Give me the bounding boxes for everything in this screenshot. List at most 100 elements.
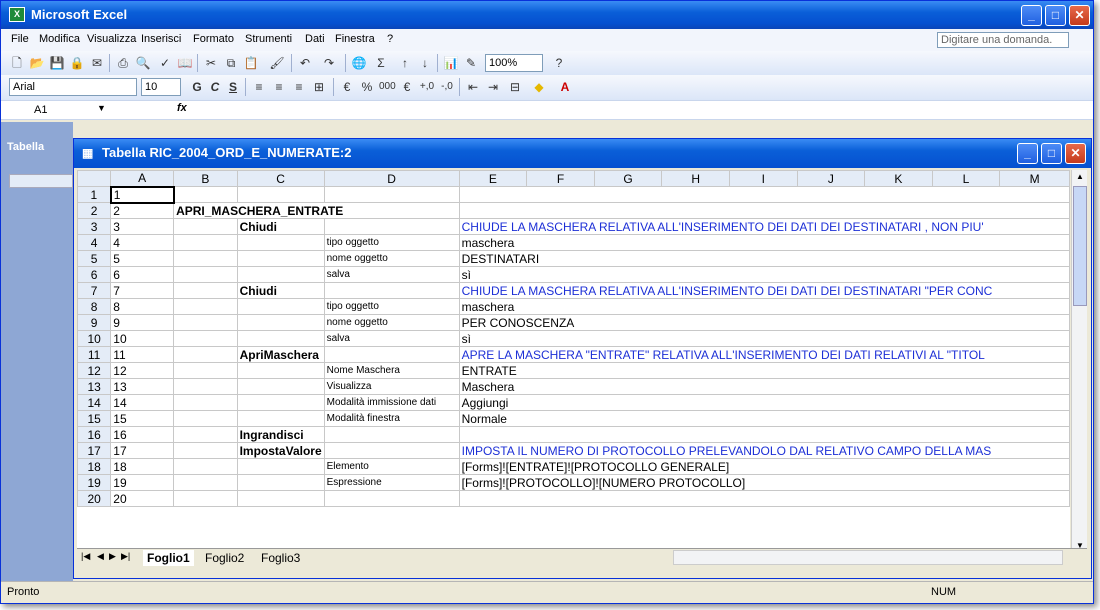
cell-a8[interactable]: 8 (110, 298, 175, 315)
background-window-title[interactable]: Tabella (7, 141, 44, 153)
merge-center-icon[interactable]: ⊞ (311, 79, 327, 95)
row-header[interactable]: 2 (77, 202, 112, 219)
font-size-select[interactable]: 10 (141, 78, 181, 96)
cell-a20[interactable]: 20 (110, 490, 175, 507)
column-header-c[interactable]: C (236, 170, 325, 187)
row-header[interactable]: 15 (77, 410, 112, 427)
column-header-j[interactable]: J (796, 170, 866, 187)
cell-d13[interactable]: Visualizza (323, 378, 460, 395)
cell-e1[interactable] (458, 186, 1070, 203)
research-icon[interactable]: 📖 (177, 55, 193, 71)
select-all-corner[interactable] (77, 170, 112, 187)
menu-strumenti[interactable]: Strumenti (245, 33, 292, 45)
cell-b3[interactable] (173, 218, 238, 235)
cell-b2[interactable]: APRI_MASCHERA_ENTRATE (173, 202, 460, 219)
row-header[interactable]: 3 (77, 218, 112, 235)
row-header[interactable]: 6 (77, 266, 112, 283)
cell-d1[interactable] (323, 186, 460, 203)
cell-e11[interactable]: APRE LA MASCHERA "ENTRATE" RELATIVA ALL'… (458, 346, 1070, 363)
cell-c10[interactable] (236, 330, 325, 347)
cell-a12[interactable]: 12 (110, 362, 175, 379)
cell-c17[interactable]: ImpostaValore (236, 442, 325, 459)
menu-visualizza[interactable]: Visualizza (87, 33, 136, 45)
cell-d5[interactable]: nome oggetto (323, 250, 460, 267)
cell-c8[interactable] (236, 298, 325, 315)
cell-d20[interactable] (323, 490, 460, 507)
sheet-minimize-button[interactable]: _ (1017, 143, 1038, 164)
cell-e8[interactable]: maschera (458, 298, 1070, 315)
column-header-e[interactable]: E (458, 170, 528, 187)
cell-a1[interactable]: 1 (109, 185, 175, 204)
row-header[interactable]: 14 (77, 394, 112, 411)
sheet-tab-foglio3[interactable]: Foglio3 (257, 550, 304, 566)
column-header-i[interactable]: I (728, 170, 798, 187)
cell-d7[interactable] (323, 282, 460, 299)
cell-b19[interactable] (173, 474, 238, 491)
cell-e15[interactable]: Normale (458, 410, 1070, 427)
tab-first-icon[interactable]: |◀ (81, 551, 90, 562)
menu-finestra[interactable]: Finestra (335, 33, 375, 45)
sheet-tab-foglio2[interactable]: Foglio2 (201, 550, 248, 566)
spelling-icon[interactable]: ✓ (157, 55, 173, 71)
cell-e2[interactable] (458, 202, 1070, 219)
cell-d15[interactable]: Modalità finestra (323, 410, 460, 427)
increase-decimal-icon[interactable]: +,0 (419, 79, 435, 95)
cell-a4[interactable]: 4 (110, 234, 175, 251)
tab-last-icon[interactable]: ▶| (121, 551, 130, 562)
fill-color-icon[interactable]: ◆ (531, 79, 547, 95)
row-header[interactable]: 12 (77, 362, 112, 379)
cell-c4[interactable] (236, 234, 325, 251)
format-painter-icon[interactable]: 🖌 (269, 55, 285, 71)
cell-b4[interactable] (173, 234, 238, 251)
minimize-button[interactable]: _ (1021, 5, 1042, 26)
column-header-m[interactable]: M (999, 170, 1070, 187)
borders-icon[interactable]: ⊟ (507, 79, 523, 95)
column-header-b[interactable]: B (173, 170, 238, 187)
cell-e6[interactable]: sì (458, 266, 1070, 283)
cell-c12[interactable] (236, 362, 325, 379)
cell-e13[interactable]: Maschera (458, 378, 1070, 395)
sort-ascending-icon[interactable]: ↑ (397, 55, 413, 71)
sheet-maximize-button[interactable]: □ (1041, 143, 1062, 164)
cell-b18[interactable] (173, 458, 238, 475)
euro-icon[interactable]: € (399, 79, 415, 95)
cut-icon[interactable]: ✂ (203, 55, 219, 71)
cell-b15[interactable] (173, 410, 238, 427)
align-left-icon[interactable]: ≡ (251, 79, 267, 95)
print-icon[interactable]: ⎙ (115, 55, 131, 71)
cell-b14[interactable] (173, 394, 238, 411)
cell-c20[interactable] (236, 490, 325, 507)
cell-d6[interactable]: salva (323, 266, 460, 283)
cell-b17[interactable] (173, 442, 238, 459)
increase-indent-icon[interactable]: ⇥ (485, 79, 501, 95)
row-header[interactable]: 8 (77, 298, 112, 315)
font-select[interactable]: Arial (9, 78, 137, 96)
help-icon[interactable]: ? (551, 55, 567, 71)
cell-c3[interactable]: Chiudi (236, 218, 325, 235)
row-header[interactable]: 20 (77, 490, 112, 507)
vertical-scrollbar[interactable]: ▲ ▼ (1071, 170, 1087, 552)
cell-c9[interactable] (236, 314, 325, 331)
column-header-l[interactable]: L (931, 170, 1001, 187)
cell-d18[interactable]: Elemento (323, 458, 460, 475)
cell-d17[interactable] (323, 442, 460, 459)
thousands-icon[interactable]: 000 (379, 79, 396, 95)
cell-c15[interactable] (236, 410, 325, 427)
row-header[interactable]: 4 (77, 234, 112, 251)
cell-d19[interactable]: Espressione (323, 474, 460, 491)
cell-b6[interactable] (173, 266, 238, 283)
column-header-h[interactable]: H (661, 170, 730, 187)
cell-c16[interactable]: Ingrandisci (236, 426, 325, 443)
menu-dati[interactable]: Dati (305, 33, 325, 45)
cell-a19[interactable]: 19 (110, 474, 175, 491)
tab-prev-icon[interactable]: ◀ (97, 551, 104, 562)
hyperlink-icon[interactable]: 🌐 (351, 55, 367, 71)
decrease-decimal-icon[interactable]: -,0 (439, 79, 455, 95)
column-header-a[interactable]: A (110, 170, 175, 187)
cell-b13[interactable] (173, 378, 238, 395)
scroll-thumb[interactable] (1073, 186, 1087, 306)
cell-d8[interactable]: tipo oggetto (323, 298, 460, 315)
cell-e14[interactable]: Aggiungi (458, 394, 1070, 411)
cell-a7[interactable]: 7 (110, 282, 175, 299)
cell-b12[interactable] (173, 362, 238, 379)
